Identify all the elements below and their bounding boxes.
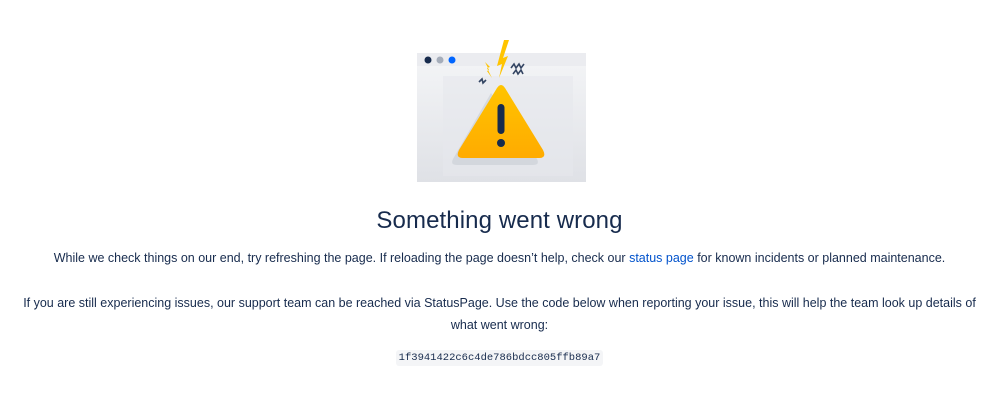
- support-message: If you are still experiencing issues, ou…: [23, 296, 976, 332]
- description-text-before: While we check things on our end, try re…: [53, 251, 630, 265]
- page-title: Something went wrong: [376, 207, 623, 234]
- window-dot-dark: [424, 56, 432, 64]
- description-text-after: for known incidents or planned maintenan…: [693, 251, 946, 265]
- error-code[interactable]: 1f3941422c6c4de786bdcc805ffb89a7: [395, 350, 604, 366]
- error-description: While we check things on our end, try re…: [0, 249, 999, 267]
- status-page-link[interactable]: status page: [629, 251, 694, 265]
- error-illustration: [413, 38, 589, 184]
- window-dot-blue: [448, 56, 456, 64]
- error-code-container: 1f3941422c6c4de786bdcc805ffb89a7: [0, 347, 999, 366]
- window-dot-gray: [436, 56, 444, 64]
